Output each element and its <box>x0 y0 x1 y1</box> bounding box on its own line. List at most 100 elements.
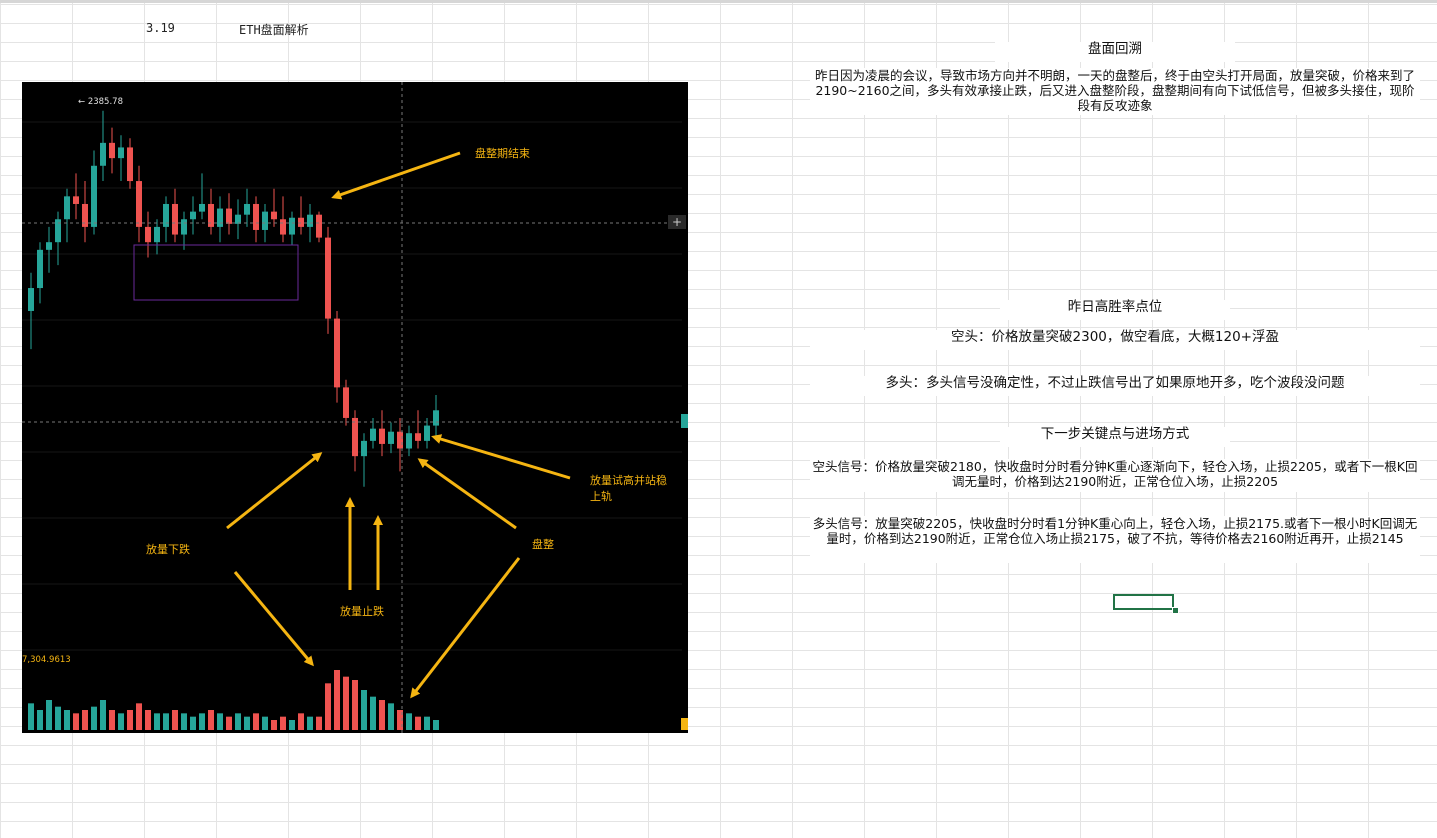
volume-bar <box>64 710 70 730</box>
candle-body <box>433 410 439 426</box>
volume-bar <box>82 710 88 730</box>
candle-body <box>154 226 160 243</box>
candle-body <box>226 208 232 224</box>
volume-bar <box>199 713 205 730</box>
volume-bar <box>46 700 52 730</box>
volume-bar <box>307 716 313 730</box>
volume-bar <box>127 710 133 730</box>
label-volume-stop: 放量止跌 <box>340 604 384 618</box>
volume-marker <box>681 718 688 730</box>
candle-body <box>199 203 205 212</box>
candle-body <box>406 433 412 449</box>
chart-svg: ← 2385.78 7,304.9613 + 盘整期结束 放量下跌 放量止跌 盘… <box>22 82 688 733</box>
volume-bar <box>28 703 34 730</box>
short-signal[interactable]: 空头信号：价格放量突破2180，快收盘时分时看分钟K重心逐渐向下，轻仓入场，止损… <box>810 459 1420 492</box>
candle-body <box>307 214 313 227</box>
volume-bar <box>361 690 367 730</box>
candle-body <box>397 431 403 449</box>
volume-bars <box>28 670 439 730</box>
candle-body <box>46 242 52 250</box>
volume-bar <box>172 710 178 730</box>
volume-bar <box>334 670 340 730</box>
volume-bar <box>388 703 394 730</box>
volume-bar <box>325 683 331 730</box>
volume-bar <box>100 700 106 730</box>
volume-bar <box>217 713 223 730</box>
high-price-label: ← 2385.78 <box>78 97 123 107</box>
candle-body <box>262 211 268 230</box>
volume-bar <box>91 706 97 730</box>
volume-bar <box>190 716 196 730</box>
candle-body <box>28 288 34 311</box>
label-consolidation-end: 盘整期结束 <box>475 146 530 160</box>
title-cell[interactable]: ETH盘面解析 <box>239 21 309 38</box>
volume-bar <box>298 713 304 730</box>
short-line[interactable]: 空头：价格放量突破2300，做空看底，大概120+浮盈 <box>810 330 1420 350</box>
volume-bar <box>163 713 169 730</box>
review-title[interactable]: 盘面回溯 <box>995 42 1235 62</box>
candle-body <box>235 214 241 224</box>
volume-bar <box>109 710 115 730</box>
candle-body <box>289 217 295 235</box>
arrow-test-high <box>431 434 571 480</box>
annotation-arrows <box>226 151 571 699</box>
long-line[interactable]: 多头：多头信号没确定性，不过止跌信号出了如果原地开多，吃个波段没问题 <box>810 376 1420 396</box>
volume-bar <box>370 696 376 730</box>
next-title[interactable]: 下一步关键点与进场方式 <box>1000 427 1230 447</box>
chart-gridlines <box>22 121 682 651</box>
selected-cell[interactable] <box>1113 594 1174 610</box>
volume-bar <box>262 716 268 730</box>
fill-handle[interactable] <box>1172 607 1179 614</box>
label-consolidation: 盘整 <box>532 537 554 551</box>
candle-body <box>379 428 385 444</box>
volume-bar <box>424 716 430 730</box>
candle-body <box>343 387 349 418</box>
volume-bar <box>415 716 421 730</box>
eth-candlestick-chart[interactable]: ← 2385.78 7,304.9613 + 盘整期结束 放量下跌 放量止跌 盘… <box>22 82 688 733</box>
volume-bar <box>226 716 232 730</box>
candle-body <box>415 433 421 441</box>
candle-body <box>253 203 259 230</box>
volume-bar <box>316 716 322 730</box>
volume-bar <box>244 716 250 730</box>
candle-body <box>325 237 331 319</box>
volume-max-label: 7,304.9613 <box>22 655 71 665</box>
candle-body <box>73 196 79 204</box>
volume-bar <box>37 710 43 730</box>
candle-body <box>424 425 430 441</box>
candle-body <box>244 203 250 215</box>
volume-bar <box>379 700 385 730</box>
volume-bar <box>406 713 412 730</box>
volume-bar <box>136 703 142 730</box>
candle-body <box>370 428 376 441</box>
volume-bar <box>343 676 349 730</box>
volume-bar <box>208 710 214 730</box>
volume-bar <box>289 720 295 730</box>
candle-body <box>352 417 358 457</box>
arrow-volume-drop <box>226 452 323 530</box>
candle-body <box>334 318 340 388</box>
plus-icon: + <box>672 215 682 229</box>
candle-body <box>298 217 304 227</box>
candle-body <box>37 249 43 289</box>
date-cell[interactable]: 3.19 <box>146 21 175 35</box>
candle-body <box>136 181 142 227</box>
price-marker <box>681 414 688 428</box>
arrow-consolidation-end <box>331 151 461 200</box>
candle-body <box>109 142 115 159</box>
candle-body <box>271 211 277 220</box>
candle-body <box>190 211 196 220</box>
volume-bar <box>235 713 241 730</box>
volume-bar <box>271 720 277 730</box>
long-signal[interactable]: 多头信号：放量突破2205，快收盘时分时看1分钟K重心向上，轻仓入场，止损217… <box>810 516 1420 563</box>
review-text[interactable]: 昨日因为凌晨的会议，导致市场方向并不明朗，一天的盘整后，终于由空头打开局面，放量… <box>810 68 1420 115</box>
candle-body <box>181 219 187 235</box>
volume-bar <box>55 706 61 730</box>
candles <box>28 110 439 487</box>
label-test-high-1: 放量试高并站稳 <box>590 473 667 487</box>
arrow-consolidation-bars <box>410 557 521 699</box>
candle-body <box>100 142 106 166</box>
volume-bar <box>181 713 187 730</box>
volume-bar <box>433 720 439 730</box>
winrate-title[interactable]: 昨日高胜率点位 <box>1000 300 1230 320</box>
